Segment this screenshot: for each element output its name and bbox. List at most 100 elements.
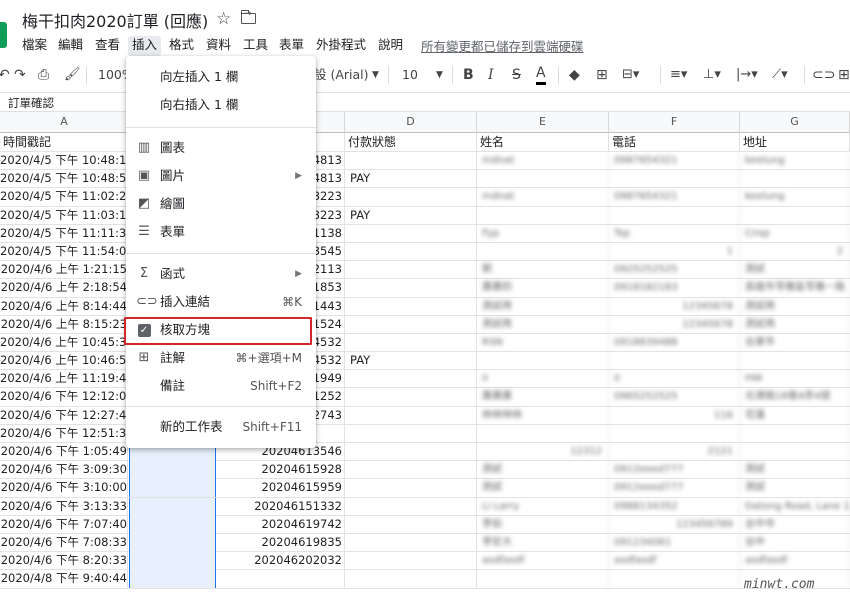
menu-help[interactable]: 說明	[378, 36, 403, 56]
cell-f[interactable]: 0987654321	[609, 152, 740, 170]
cell-e[interactable]	[477, 170, 609, 189]
sheets-logo[interactable]	[0, 22, 7, 48]
cell-e[interactable]: 蕭蕭鈞	[477, 279, 609, 298]
insert-drawing[interactable]: ◩ 繪圖	[126, 191, 316, 217]
cell-b[interactable]	[129, 479, 216, 498]
cell-d[interactable]	[345, 570, 477, 589]
cell-a[interactable]: 2020/4/6 下午 3:09:30	[0, 461, 128, 480]
cell-d[interactable]	[345, 279, 477, 298]
star-icon[interactable]: ☆	[216, 9, 231, 29]
header-payment-status[interactable]: 付款狀態	[345, 133, 477, 152]
cell-d[interactable]	[345, 152, 477, 170]
text-rotate-icon[interactable]: ⟋▾	[772, 64, 788, 86]
cell-b[interactable]	[129, 497, 216, 516]
italic-icon[interactable]: I	[488, 64, 494, 86]
cell-a[interactable]: 2020/4/6 下午 7:07:40	[0, 515, 128, 534]
insert-link[interactable]: ⊂⊃ 插入連結 ⌘K	[126, 289, 316, 315]
cell-f[interactable]: 123456789	[609, 515, 740, 534]
cell-f[interactable]: 2121	[609, 443, 740, 461]
cell-g[interactable]: 測試用	[740, 315, 850, 334]
header-timestamp[interactable]: 時間戳記	[0, 133, 129, 152]
redo-icon[interactable]: ↷	[14, 64, 26, 86]
cell-c[interactable]: 20204615959	[217, 479, 345, 498]
cell-e[interactable]: 蕭蕭蕭	[477, 388, 609, 407]
comment-icon[interactable]: ⊞	[838, 64, 850, 86]
menu-data[interactable]: 資料	[206, 36, 231, 56]
cell-f[interactable]: Tsp	[609, 224, 740, 243]
cell-e[interactable]: Fyp	[477, 224, 609, 243]
cell-e[interactable]: mdnat	[477, 188, 609, 207]
cell-d[interactable]	[345, 424, 477, 443]
bold-icon[interactable]: B	[463, 64, 474, 86]
cell-a[interactable]: 2020/4/6 下午 3:10:00	[0, 479, 128, 498]
text-color-icon[interactable]: A	[536, 64, 546, 85]
cell-a[interactable]: 2020/4/6 上午 1:21:15	[0, 261, 128, 280]
cell-c[interactable]: 20204619742	[217, 515, 345, 534]
cell-e[interactable]: 測試用	[477, 315, 609, 334]
cell-f[interactable]: 0987654321	[609, 188, 740, 207]
cell-e[interactable]: 劉	[477, 261, 609, 280]
cell-a[interactable]: 2020/4/6 下午 12:12:05	[0, 388, 128, 407]
cell-g[interactable]: 測試	[740, 479, 850, 498]
cell-e[interactable]	[477, 242, 609, 261]
cell-a[interactable]: 2020/4/5 下午 11:54:06	[0, 242, 128, 261]
cell-b[interactable]	[129, 533, 216, 552]
cell-f[interactable]	[609, 570, 740, 589]
cell-d[interactable]	[345, 224, 477, 243]
cell-f[interactable]: 0912eeed777	[609, 479, 740, 498]
align-left-icon[interactable]: ≡▾	[670, 64, 687, 86]
cell-g[interactable]: HW	[740, 370, 850, 389]
cell-d[interactable]	[345, 315, 477, 334]
cell-g[interactable]: 2	[740, 242, 850, 261]
menu-tools[interactable]: 工具	[243, 36, 268, 56]
cell-g[interactable]: 花蓮	[740, 406, 850, 425]
chevron-down-icon[interactable]: ▼	[436, 64, 443, 86]
insert-function[interactable]: Σ 函式 ▶	[126, 261, 316, 287]
cell-f[interactable]: 0918839488	[609, 333, 740, 352]
cell-e[interactable]	[477, 570, 609, 589]
cell-a[interactable]: 2020/4/6 下午 8:20:33	[0, 552, 128, 571]
cell-b[interactable]	[129, 515, 216, 534]
cell-c[interactable]	[217, 570, 345, 589]
cell-a[interactable]: 2020/4/6 下午 1:05:49	[0, 443, 128, 461]
cell-g[interactable]: 高雄市苓雅區苓雅一路	[740, 279, 850, 298]
cell-g[interactable]: 北港路18巷4弄4號	[740, 388, 850, 407]
column-header-e[interactable]: E	[477, 112, 609, 133]
cell-a[interactable]: 2020/4/6 下午 12:27:45	[0, 406, 128, 425]
cell-f[interactable]: 1	[609, 242, 740, 261]
text-wrap-icon[interactable]: |→▾	[736, 64, 758, 86]
menu-file[interactable]: 檔案	[22, 36, 47, 56]
cell-d[interactable]	[345, 333, 477, 352]
paint-format-icon[interactable]: 🖌	[64, 64, 81, 86]
cell-e[interactable]: 李宏大	[477, 533, 609, 552]
cell-a[interactable]: 2020/4/5 下午 11:03:13	[0, 206, 128, 225]
cell-a[interactable]: 2020/4/6 下午 7:08:33	[0, 533, 128, 552]
cell-e[interactable]	[477, 206, 609, 225]
cell-g[interactable]: 台中市	[740, 515, 850, 534]
cell-g[interactable]: keelung	[740, 188, 850, 207]
menu-view[interactable]: 查看	[95, 36, 120, 56]
insert-form[interactable]: ☰ 表單	[126, 219, 316, 245]
move-folder-icon[interactable]	[241, 9, 256, 24]
cell-d[interactable]	[345, 479, 477, 498]
link-icon[interactable]: ⊂⊃	[812, 64, 835, 86]
cell-a[interactable]: 2020/4/6 下午 3:13:33	[0, 497, 128, 516]
cell-c[interactable]: 20204615928	[217, 461, 345, 480]
cell-a[interactable]: 2020/4/5 下午 10:48:54	[0, 170, 128, 189]
cell-e[interactable]: 測試	[477, 479, 609, 498]
insert-comment[interactable]: ⊞ 註解 ⌘+選項+M	[126, 345, 316, 371]
menu-addons[interactable]: 外掛程式	[316, 36, 366, 56]
cell-d[interactable]: PAY	[345, 352, 477, 371]
chevron-down-icon[interactable]: ▼	[372, 64, 379, 86]
cell-g[interactable]: Cnsp	[740, 224, 850, 243]
cell-d[interactable]	[345, 497, 477, 516]
cell-f[interactable]: II	[609, 370, 740, 389]
cell-a[interactable]: 2020/4/6 上午 8:14:44	[0, 297, 128, 316]
cell-d[interactable]	[345, 370, 477, 389]
cell-a[interactable]: 2020/4/5 下午 11:02:26	[0, 188, 128, 207]
menu-format[interactable]: 格式	[169, 36, 194, 56]
cell-a[interactable]: 2020/4/6 下午 12:51:32	[0, 424, 128, 443]
cell-e[interactable]: 林林林林	[477, 406, 609, 425]
cell-a[interactable]: 2020/4/6 上午 8:15:23	[0, 315, 128, 334]
insert-note[interactable]: 備註 Shift+F2	[126, 373, 316, 399]
